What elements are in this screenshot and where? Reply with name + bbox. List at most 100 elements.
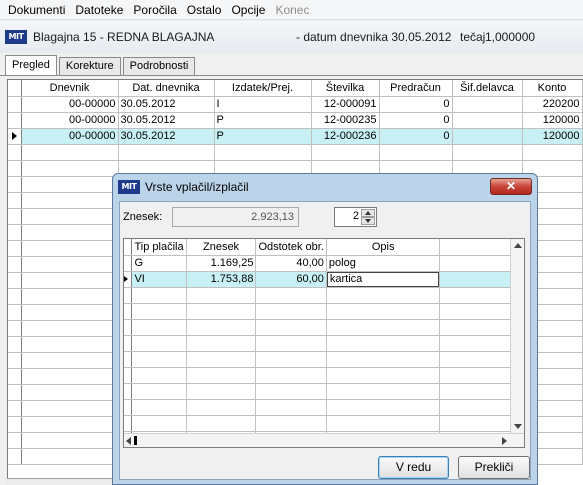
count-spinner[interactable]: 2 [334, 207, 377, 227]
cell-stevilka[interactable]: 12-000091 [311, 96, 380, 113]
row-pointer-icon [124, 271, 133, 288]
col-header-odstotek[interactable]: Odstotek obr. [255, 239, 327, 256]
cell-predracun[interactable]: 0 [379, 112, 453, 129]
col-header-dat-dnevnika[interactable]: Dat. dnevnika [118, 80, 215, 97]
cell-znesek[interactable]: 1.753,88 [186, 271, 257, 288]
table-row-selected[interactable]: VI 1.753,88 60,00 kartica [124, 271, 524, 288]
scroll-right-icon[interactable] [502, 437, 507, 445]
app-logo-icon: MIT [5, 30, 27, 44]
cell-odstotek[interactable]: 60,00 [255, 271, 327, 288]
cell-izdatek[interactable]: P [214, 128, 312, 145]
cancel-button[interactable]: Prekliči [458, 456, 530, 479]
cell-konto[interactable]: 120000 [522, 112, 583, 129]
row-indicator-header [124, 239, 133, 256]
menu-ostalo[interactable]: Ostalo [182, 0, 227, 20]
col-header-tip-placila[interactable]: Tip plačila [131, 239, 187, 256]
tab-korekture[interactable]: Korekture [58, 57, 121, 76]
menu-porocila[interactable]: Poročila [128, 0, 181, 20]
opis-edit-input[interactable]: kartica [326, 271, 439, 286]
dialog-body: Znesek: 2.923,13 2 Tip plačila Znesek Od… [119, 201, 531, 480]
col-header-izdatek[interactable]: Izdatek/Prej. [214, 80, 312, 97]
col-header-sif-delavca[interactable]: Šif.delavca [452, 80, 523, 97]
dialog-title: Vrste vplačil/izplačil [145, 180, 249, 194]
spinner-up-button[interactable] [361, 209, 375, 217]
row-pointer-icon [8, 128, 22, 145]
cell-dat-dnevnika[interactable]: 30.05.2012 [118, 112, 215, 129]
cell-konto[interactable]: 120000 [522, 128, 583, 145]
menu-konec: Konec [275, 2, 310, 17]
tab-podrobnosti[interactable]: Podrobnosti [122, 57, 196, 76]
menu-dokumenti[interactable]: Dokumenti [3, 0, 70, 20]
dialog-titlebar[interactable]: MIT Vrste vplačil/izplačil [113, 174, 537, 200]
menubar: Dokumenti Datoteke Poročila Ostalo Opcij… [0, 0, 583, 20]
cell-dat-dnevnika[interactable]: 30.05.2012 [118, 96, 215, 113]
table-row-selected[interactable]: 00-00000 30.05.2012 P 12-000236 0 120000 [8, 128, 583, 145]
cell-opis-editing[interactable]: kartica [326, 271, 441, 288]
cell-predracun[interactable]: 0 [379, 96, 453, 113]
vertical-scrollbar[interactable] [510, 239, 524, 433]
spinner-down-button[interactable] [361, 217, 375, 225]
cell-dat-dnevnika[interactable]: 30.05.2012 [118, 128, 215, 145]
cell-stevilka[interactable]: 12-000235 [311, 112, 380, 129]
close-button[interactable]: ✕ [490, 178, 532, 195]
payment-types-dialog: MIT Vrste vplačil/izplačil ✕ Znesek: 2.9… [112, 173, 538, 485]
dialog-logo-icon: MIT [118, 180, 140, 194]
empty-row [124, 351, 524, 368]
tab-strip: Pregled Korekture Podrobnosti [5, 55, 197, 76]
cell-opis[interactable]: polog [326, 255, 441, 272]
window-header: MIT Blagajna 15 - REDNA BLAGAJNA - datum… [0, 21, 583, 53]
table-row[interactable]: 00-00000 30.05.2012 I 12-000091 0 220200 [8, 96, 583, 113]
scroll-down-icon[interactable] [514, 424, 522, 429]
empty-row [124, 303, 524, 320]
col-header-predracun[interactable]: Predračun [379, 80, 453, 97]
col-header-dnevnik[interactable]: Dnevnik [21, 80, 119, 97]
amount-field[interactable]: 2.923,13 [172, 207, 299, 227]
cell-odstotek[interactable]: 40,00 [255, 255, 327, 272]
menu-opcije[interactable]: Opcije [226, 0, 270, 20]
empty-row [124, 415, 524, 432]
scrollbar-thumb[interactable] [134, 436, 137, 445]
grid-header-row: Dnevnik Dat. dnevnika Izdatek/Prej. Štev… [8, 80, 583, 97]
ok-button[interactable]: V redu [378, 456, 449, 479]
grid-horizontal-scrollbar[interactable] [7, 478, 127, 485]
cell-izdatek[interactable]: I [214, 96, 312, 113]
empty-row [8, 144, 583, 161]
scroll-left-icon[interactable] [126, 437, 131, 445]
row-indicator-header [8, 80, 22, 97]
cell-sif-delavca[interactable] [452, 112, 523, 129]
cell-dnevnik[interactable]: 00-00000 [21, 128, 119, 145]
empty-row [124, 335, 524, 352]
cell-dnevnik[interactable]: 00-00000 [21, 96, 119, 113]
tab-divider [0, 75, 583, 76]
horizontal-scrollbar[interactable] [124, 433, 524, 447]
table-row[interactable]: 00-00000 30.05.2012 P 12-000235 0 120000 [8, 112, 583, 129]
cell-tip-placila[interactable]: G [131, 255, 187, 272]
cell-dnevnik[interactable]: 00-00000 [21, 112, 119, 129]
subgrid-header-row: Tip plačila Znesek Odstotek obr. Opis [124, 239, 524, 256]
empty-row [124, 367, 524, 384]
cell-tip-placila[interactable]: VI [131, 271, 187, 288]
cell-znesek[interactable]: 1.169,25 [186, 255, 257, 272]
spinner-value[interactable]: 2 [353, 210, 359, 222]
table-row[interactable]: G 1.169,25 40,00 polog [124, 255, 524, 272]
col-header-znesek[interactable]: Znesek [186, 239, 257, 256]
cell-sif-delavca[interactable] [452, 96, 523, 113]
cell-predracun[interactable]: 0 [379, 128, 453, 145]
scroll-up-icon[interactable] [514, 243, 522, 248]
col-header-stevilka[interactable]: Številka [311, 80, 380, 97]
cell-konto[interactable]: 220200 [522, 96, 583, 113]
payment-types-grid[interactable]: Tip plačila Znesek Odstotek obr. Opis G … [123, 238, 525, 448]
menu-datoteke[interactable]: Datoteke [70, 0, 128, 20]
rate-label: tečaj [460, 30, 486, 44]
rate-value: 1,000000 [485, 30, 536, 44]
cell-stevilka[interactable]: 12-000236 [311, 128, 380, 145]
row-indicator [8, 96, 22, 113]
cell-izdatek[interactable]: P [214, 112, 312, 129]
tab-pregled[interactable]: Pregled [5, 55, 57, 76]
col-header-konto[interactable]: Konto [522, 80, 583, 97]
cell-sif-delavca[interactable] [452, 128, 523, 145]
amount-label: Znesek: [123, 211, 163, 223]
row-indicator [8, 112, 22, 129]
col-header-opis[interactable]: Opis [326, 239, 441, 256]
cashbox-title: Blagajna 15 - REDNA BLAGAJNA [33, 30, 215, 44]
